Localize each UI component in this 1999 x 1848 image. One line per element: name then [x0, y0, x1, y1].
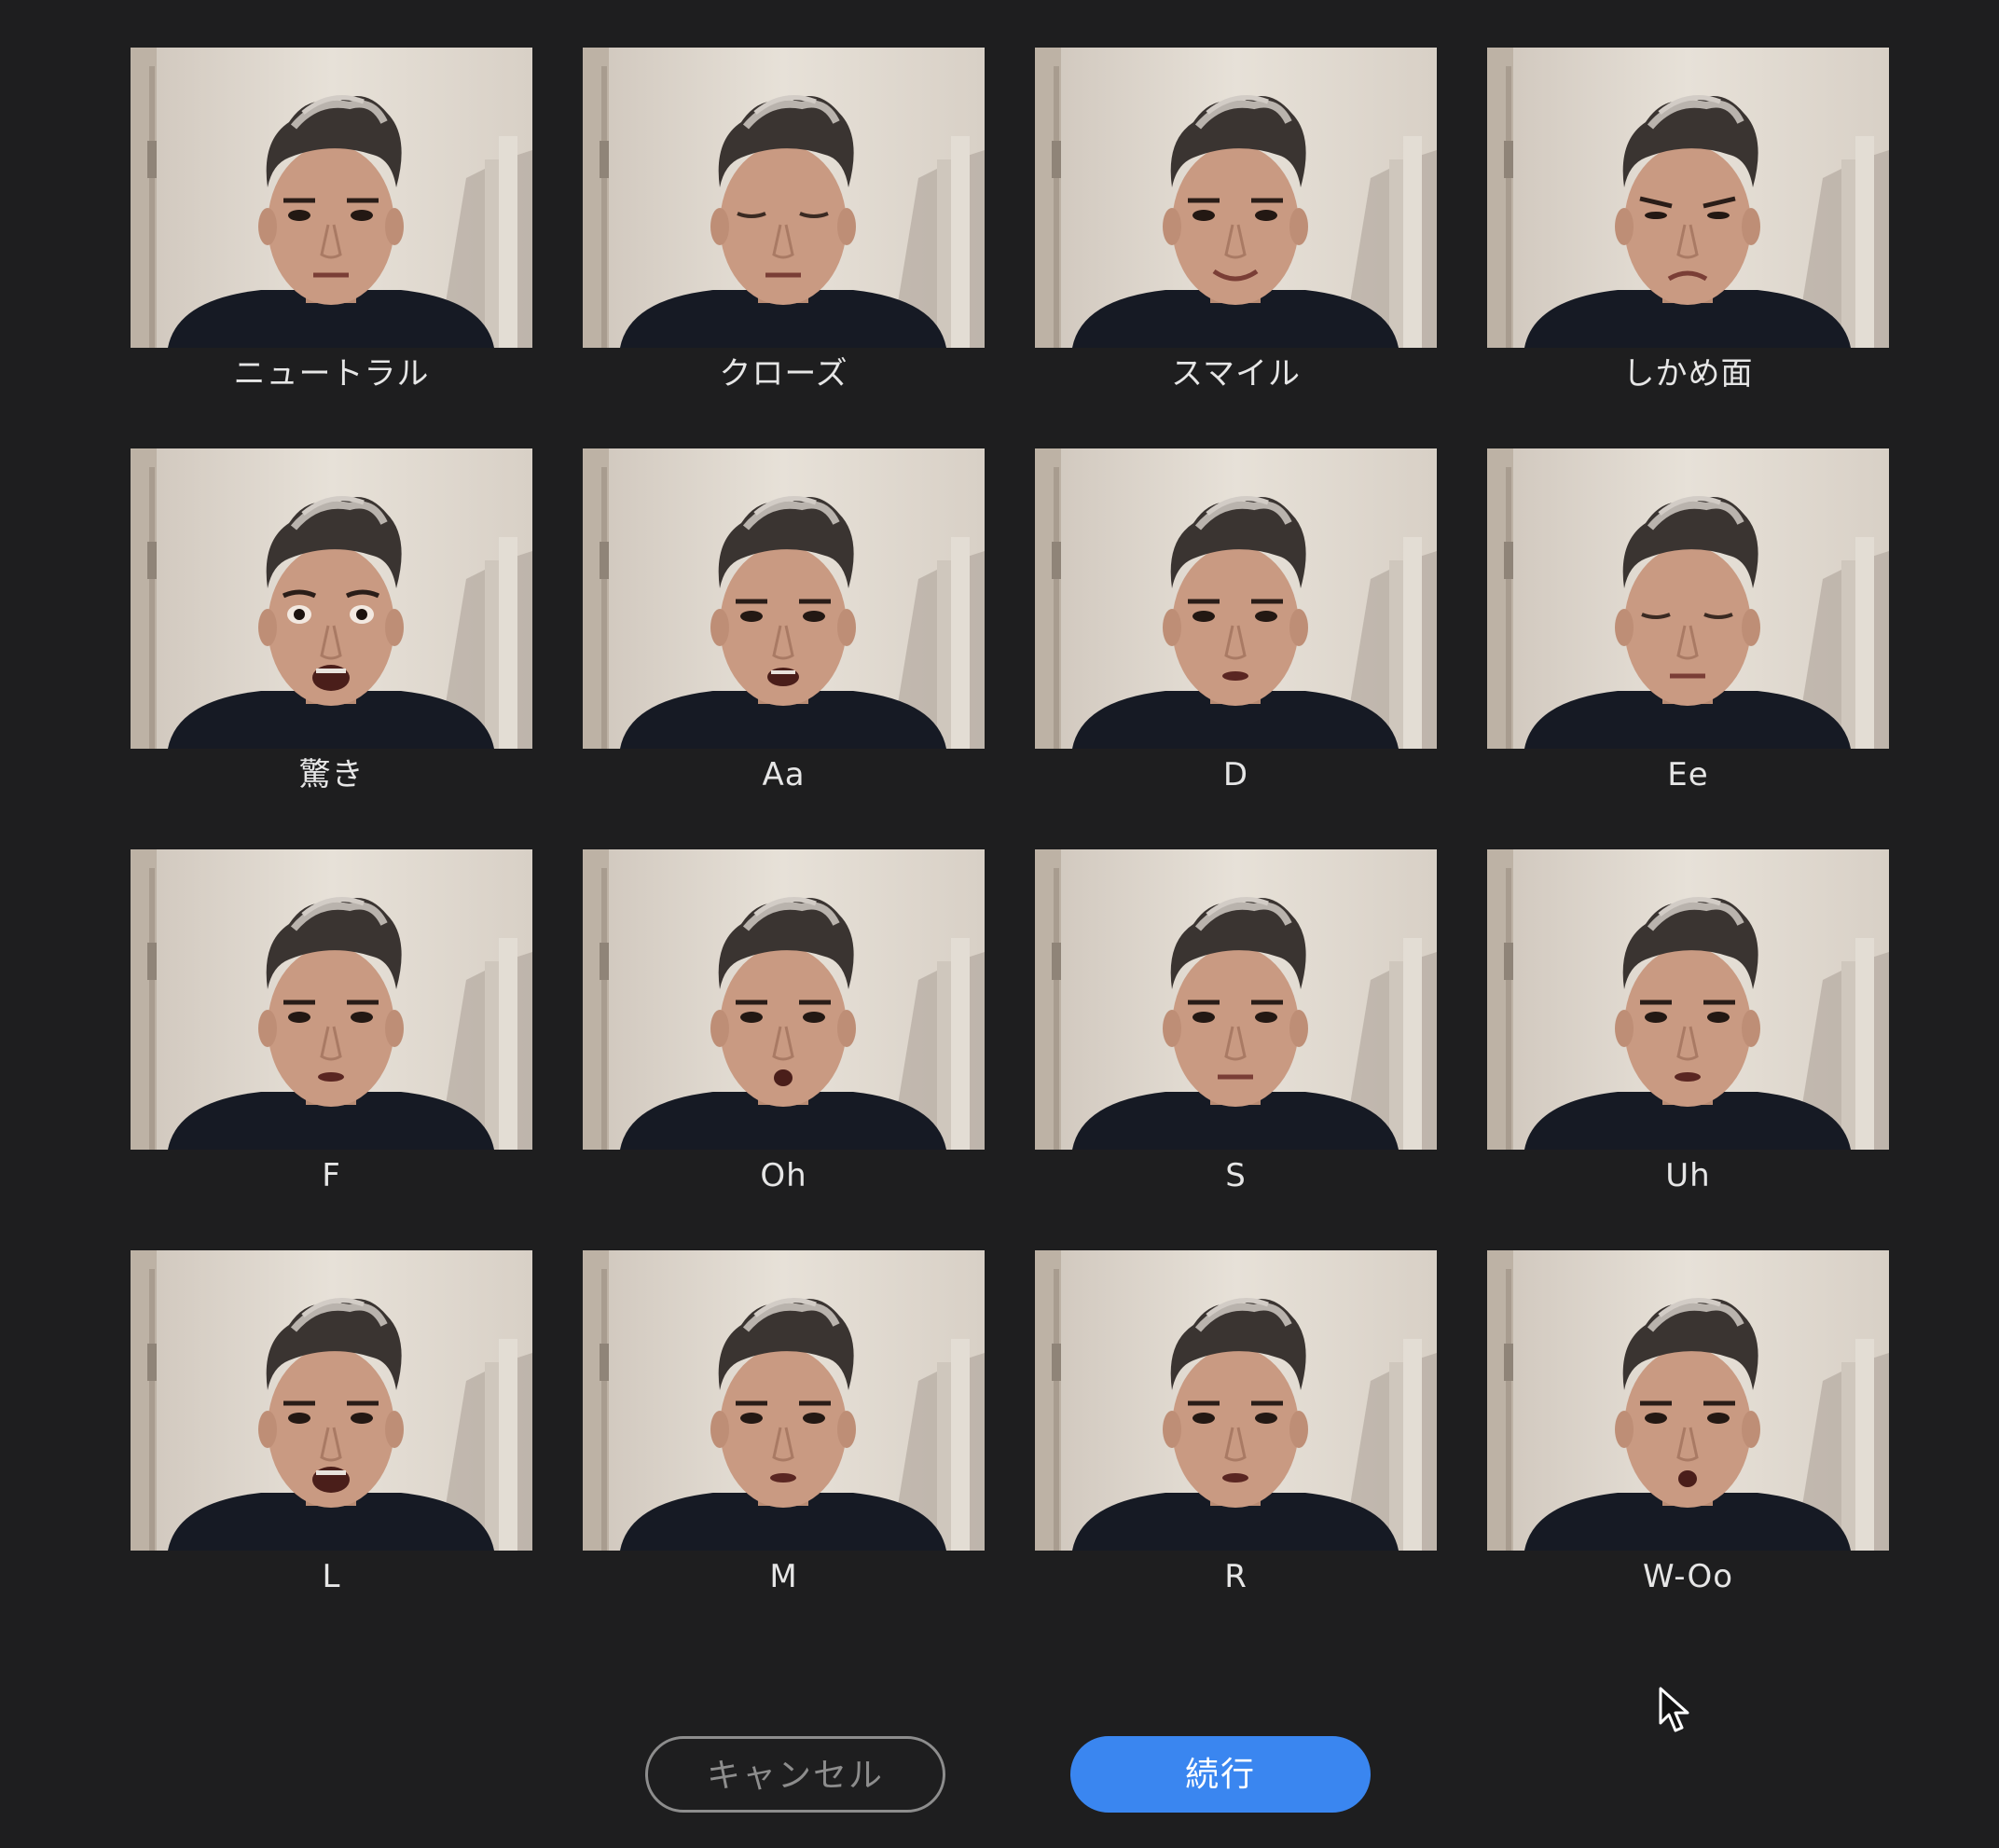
expression-cell-smile: スマイル [1035, 48, 1437, 448]
expression-cell-f: F [131, 849, 532, 1250]
expression-thumbnail-closed[interactable] [583, 48, 985, 348]
expression-label-frown: しかめ面 [1622, 355, 1754, 393]
expression-label-f: F [322, 1157, 341, 1194]
expression-cell-aa: Aa [583, 448, 985, 849]
expression-cell-uh: Uh [1487, 849, 1889, 1250]
expression-label-smile: スマイル [1171, 355, 1301, 393]
expression-grid: ニュートラル クローズ スマイル しかめ面驚き Aa D Ee F Oh S Uh L M R W-Oo [131, 48, 1889, 1651]
expression-label-surprised: 驚き [298, 756, 365, 793]
expression-thumbnail-aa[interactable] [583, 448, 985, 749]
expression-cell-ee: Ee [1487, 448, 1889, 849]
expression-thumbnail-oh[interactable] [583, 849, 985, 1150]
expression-thumbnail-w-oo[interactable] [1487, 1250, 1889, 1551]
expression-cell-s: S [1035, 849, 1437, 1250]
expression-label-uh: Uh [1665, 1157, 1711, 1194]
continue-button[interactable]: 続行 [1070, 1736, 1371, 1813]
expression-thumbnail-ee[interactable] [1487, 448, 1889, 749]
expression-label-neutral: ニュートラル [233, 355, 430, 393]
expression-label-l: L [322, 1558, 341, 1595]
mouse-pointer-icon [1659, 1687, 1689, 1732]
expression-thumbnail-l[interactable] [131, 1250, 532, 1551]
expression-cell-w-oo: W-Oo [1487, 1250, 1889, 1651]
expression-cell-surprised: 驚き [131, 448, 532, 849]
expression-label-s: S [1225, 1157, 1247, 1194]
expression-thumbnail-r[interactable] [1035, 1250, 1437, 1551]
expression-thumbnail-f[interactable] [131, 849, 532, 1150]
expression-cell-closed: クローズ [583, 48, 985, 448]
expression-label-closed: クローズ [719, 355, 848, 393]
expression-thumbnail-uh[interactable] [1487, 849, 1889, 1150]
expression-cell-r: R [1035, 1250, 1437, 1651]
expression-label-m: M [769, 1558, 798, 1595]
expression-label-d: D [1222, 756, 1249, 793]
expression-thumbnail-smile[interactable] [1035, 48, 1437, 348]
expression-cell-neutral: ニュートラル [131, 48, 532, 448]
expression-cell-d: D [1035, 448, 1437, 849]
expression-label-aa: Aa [762, 756, 806, 793]
expression-thumbnail-neutral[interactable] [131, 48, 532, 348]
expression-thumbnail-m[interactable] [583, 1250, 985, 1551]
expression-label-oh: Oh [760, 1157, 807, 1194]
cancel-button[interactable]: キャンセル [645, 1736, 945, 1813]
expression-cell-m: M [583, 1250, 985, 1651]
expression-thumbnail-frown[interactable] [1487, 48, 1889, 348]
expression-cell-frown: しかめ面 [1487, 48, 1889, 448]
expression-cell-l: L [131, 1250, 532, 1651]
expression-label-ee: Ee [1667, 756, 1709, 793]
expression-label-w-oo: W-Oo [1642, 1558, 1734, 1595]
expression-thumbnail-s[interactable] [1035, 849, 1437, 1150]
expression-thumbnail-d[interactable] [1035, 448, 1437, 749]
expression-cell-oh: Oh [583, 849, 985, 1250]
expression-thumbnail-surprised[interactable] [131, 448, 532, 749]
expression-label-r: R [1224, 1558, 1248, 1595]
